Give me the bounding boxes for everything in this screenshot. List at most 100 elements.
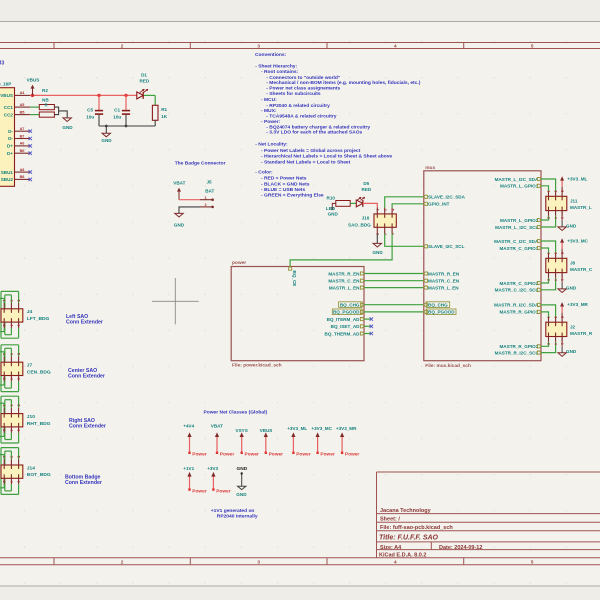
svg-text:MASTR_C_I2C_SCL: MASTR_C_I2C_SCL bbox=[495, 288, 539, 293]
svg-text:0_16P: 0_16P bbox=[0, 81, 11, 86]
svg-text:GND: GND bbox=[101, 138, 112, 143]
svg-text:MASTR_R_EN: MASTR_R_EN bbox=[328, 271, 360, 276]
svg-text:MASTR_L_I2C_SDA: MASTR_L_I2C_SDA bbox=[495, 177, 539, 182]
svg-text:J7: J7 bbox=[27, 363, 33, 369]
svg-text:6: 6 bbox=[560, 343, 564, 345]
svg-text:Power: Power bbox=[245, 452, 260, 458]
svg-text:GND: GND bbox=[237, 466, 248, 472]
svg-text:BQ_PGOOD: BQ_PGOOD bbox=[428, 310, 455, 315]
svg-text:D-: D- bbox=[8, 129, 13, 134]
svg-text:BQ_ITERM_AD: BQ_ITERM_AD bbox=[327, 317, 361, 322]
svg-text:- TCA9548A & related circuitry: - TCA9548A & related circuitry bbox=[266, 114, 336, 120]
svg-text:J10: J10 bbox=[27, 414, 35, 420]
svg-text:A5: A5 bbox=[20, 103, 25, 107]
svg-text:CC1: CC1 bbox=[4, 105, 14, 110]
svg-text:VBUS: VBUS bbox=[27, 77, 40, 82]
svg-text:1: 1 bbox=[547, 190, 551, 192]
svg-text:MASTR_C_I2C_SDA: MASTR_C_I2C_SDA bbox=[494, 239, 539, 244]
svg-text:2: 2 bbox=[547, 279, 551, 281]
svg-text:+1V1: +1V1 bbox=[183, 466, 194, 471]
svg-text:J8: J8 bbox=[570, 260, 576, 265]
svg-text:10u: 10u bbox=[86, 115, 94, 120]
svg-text:2: 2 bbox=[547, 343, 551, 345]
svg-text:MASTR_C_GPIO1: MASTR_C_GPIO1 bbox=[499, 246, 538, 251]
svg-text:Conn Extender: Conn Extender bbox=[69, 423, 106, 429]
svg-text:- Sheet Hierarchy:: - Sheet Hierarchy: bbox=[255, 64, 297, 70]
svg-text:MASTR_L_EN: MASTR_L_EN bbox=[329, 285, 360, 290]
svg-text:6: 6 bbox=[17, 324, 21, 326]
svg-text:File: power.kicad_sch: File: power.kicad_sch bbox=[232, 362, 282, 368]
svg-text:SAO_BDG: SAO_BDG bbox=[348, 222, 371, 227]
svg-text:- Root contains:: - Root contains: bbox=[261, 69, 299, 75]
svg-text:5: 5 bbox=[17, 456, 21, 458]
svg-text:R10: R10 bbox=[327, 195, 336, 200]
svg-text:- Power net class assignements: - Power net class assignements bbox=[266, 86, 340, 92]
svg-text:+1V1 generated on: +1V1 generated on bbox=[211, 508, 255, 514]
svg-text:MASTR_L_GPIO1: MASTR_L_GPIO1 bbox=[500, 184, 539, 189]
svg-text:+4V4: +4V4 bbox=[183, 424, 194, 429]
svg-text:5: 5 bbox=[17, 300, 21, 302]
svg-text:4: 4 bbox=[554, 217, 558, 219]
svg-text:GND: GND bbox=[372, 250, 383, 255]
svg-text:A7: A7 bbox=[20, 127, 25, 131]
svg-text:RHT_BDG: RHT_BDG bbox=[27, 421, 51, 427]
svg-text:Conventions:: Conventions: bbox=[255, 52, 287, 58]
svg-text:5: 5 bbox=[560, 252, 564, 254]
svg-text:- Connectors to "outside world: - Connectors to "outside world" bbox=[266, 75, 340, 81]
svg-text:The Badge Connector: The Badge Connector bbox=[175, 160, 226, 166]
svg-text:2: 2 bbox=[2, 481, 6, 483]
svg-text:BAT: BAT bbox=[205, 189, 214, 194]
svg-text:LFT_BDG: LFT_BDG bbox=[27, 316, 50, 322]
svg-text:- 3.3V LDO for each of the att: - 3.3V LDO for each of the attached SAOs bbox=[266, 129, 362, 135]
svg-text:File: fuff-sao-pcb.kicad_sch: File: fuff-sao-pcb.kicad_sch bbox=[380, 525, 453, 531]
svg-text:File: mux.kicad_sch: File: mux.kicad_sch bbox=[425, 363, 471, 369]
svg-text:LED: LED bbox=[326, 206, 336, 211]
svg-text:BQ_PGOOD: BQ_PGOOD bbox=[333, 310, 360, 315]
svg-text:VBAT: VBAT bbox=[211, 424, 223, 429]
svg-text:- RP2040 & related circuitry: - RP2040 & related circuitry bbox=[266, 103, 330, 109]
svg-text:B5: B5 bbox=[20, 110, 25, 114]
svg-text:6: 6 bbox=[17, 481, 21, 483]
svg-text:MASTR_R_EN: MASTR_R_EN bbox=[428, 271, 460, 276]
svg-text:D5: D5 bbox=[363, 181, 369, 186]
svg-text:MASTR_L: MASTR_L bbox=[570, 205, 592, 210]
svg-text:- Sheets for subcircuits: - Sheets for subcircuits bbox=[266, 91, 321, 97]
svg-text:- Standard Net Labels = Local: - Standard Net Labels = Local to Sheet bbox=[261, 160, 351, 166]
svg-text:NB: NB bbox=[42, 97, 49, 102]
svg-text:D1: D1 bbox=[141, 72, 147, 77]
svg-text:+3V3_MC: +3V3_MC bbox=[567, 238, 588, 243]
svg-text:5: 5 bbox=[390, 209, 394, 211]
svg-text:MASTR_R_I2C_SCL: MASTR_R_I2C_SCL bbox=[495, 350, 539, 355]
svg-text:BOT_BDG: BOT_BDG bbox=[27, 472, 51, 478]
svg-text:2: 2 bbox=[121, 43, 124, 48]
svg-text:- Power Net Labels = Global ac: - Power Net Labels = Global across proje… bbox=[261, 148, 361, 154]
svg-text:GPIO_INT: GPIO_INT bbox=[428, 202, 450, 207]
svg-text:GND: GND bbox=[174, 223, 185, 228]
svg-text:SLAVE_I2C_SCL: SLAVE_I2C_SCL bbox=[428, 244, 465, 249]
svg-text:5: 5 bbox=[531, 559, 534, 564]
svg-text:GND: GND bbox=[566, 349, 577, 354]
svg-text:Sheet: /: Sheet: / bbox=[380, 517, 400, 523]
svg-text:3: 3 bbox=[9, 404, 13, 406]
svg-text:R1: R1 bbox=[161, 107, 167, 112]
svg-text:MASTR_C: MASTR_C bbox=[570, 267, 593, 272]
svg-text:1: 1 bbox=[2, 300, 6, 302]
svg-text:GND: GND bbox=[62, 125, 73, 130]
svg-text:B7: B7 bbox=[20, 134, 25, 138]
svg-text:D+: D+ bbox=[7, 151, 13, 156]
svg-text:Conn Extender: Conn Extender bbox=[66, 320, 103, 326]
svg-text:6: 6 bbox=[17, 378, 21, 380]
svg-text:1: 1 bbox=[2, 353, 6, 355]
svg-text:MASTR_R_GPIO1: MASTR_R_GPIO1 bbox=[499, 310, 538, 315]
svg-text:J11: J11 bbox=[570, 198, 578, 203]
svg-text:Conn Extender: Conn Extender bbox=[65, 480, 102, 486]
svg-text:5: 5 bbox=[17, 404, 21, 406]
svg-text:6: 6 bbox=[560, 279, 564, 281]
svg-text:3: 3 bbox=[257, 559, 260, 564]
svg-text:VBAT: VBAT bbox=[173, 180, 185, 185]
svg-text:RED: RED bbox=[362, 187, 372, 192]
svg-text:MASTR_L_I2C_SCL: MASTR_L_I2C_SCL bbox=[495, 225, 538, 230]
svg-text:+3V3_ML: +3V3_ML bbox=[287, 426, 307, 431]
svg-text:Power: Power bbox=[216, 488, 231, 494]
svg-text:- Hierarchical Net Labels = Lo: - Hierarchical Net Labels = Local to She… bbox=[261, 154, 392, 160]
